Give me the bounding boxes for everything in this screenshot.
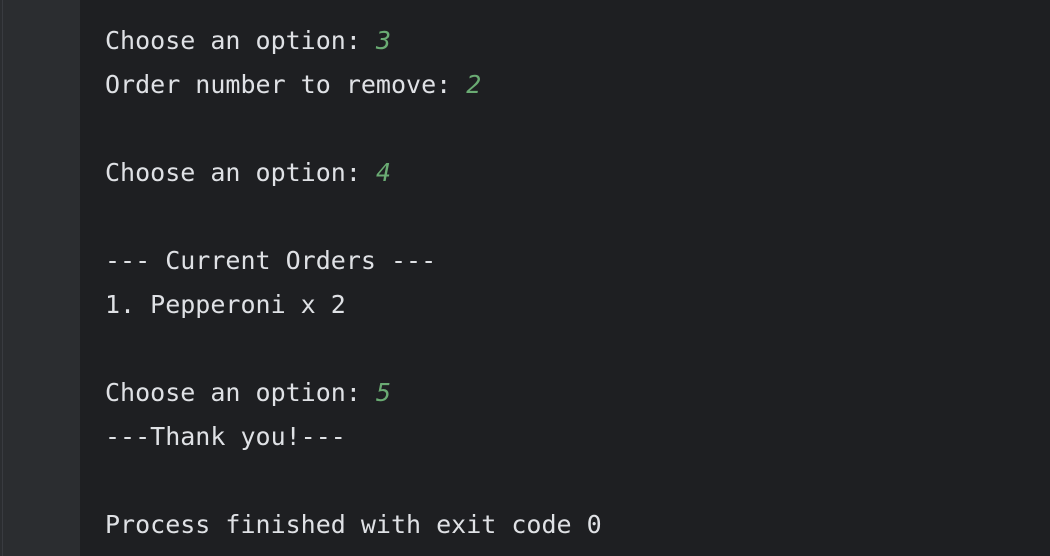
- user-input-value: 2: [466, 70, 482, 99]
- console-gutter: [0, 0, 80, 556]
- gutter-divider: [2, 0, 3, 556]
- order-item-line: 1. Pepperoni x 2: [105, 290, 346, 319]
- prompt-text: Choose an option:: [105, 26, 376, 55]
- orders-header-line: --- Current Orders ---: [105, 246, 437, 275]
- console-line: Choose an option: 5: [105, 371, 391, 415]
- prompt-text: Choose an option:: [105, 158, 376, 187]
- run-tool-window: Choose an option: 3 Order number to remo…: [0, 0, 1050, 556]
- console-line: Order number to remove: 2: [105, 63, 481, 107]
- user-input-value: 5: [375, 378, 391, 407]
- console-line: Choose an option: 4: [105, 151, 391, 195]
- thank-you-line: ---Thank you!---: [105, 422, 346, 451]
- process-finished-line: Process finished with exit code 0: [105, 510, 602, 539]
- prompt-text: Choose an option:: [105, 378, 376, 407]
- prompt-text: Order number to remove:: [105, 70, 467, 99]
- user-input-value: 3: [375, 26, 391, 55]
- console-line: Choose an option: 3: [105, 19, 391, 63]
- user-input-value: 4: [375, 158, 391, 187]
- console-output[interactable]: Choose an option: 3 Order number to remo…: [80, 0, 1050, 556]
